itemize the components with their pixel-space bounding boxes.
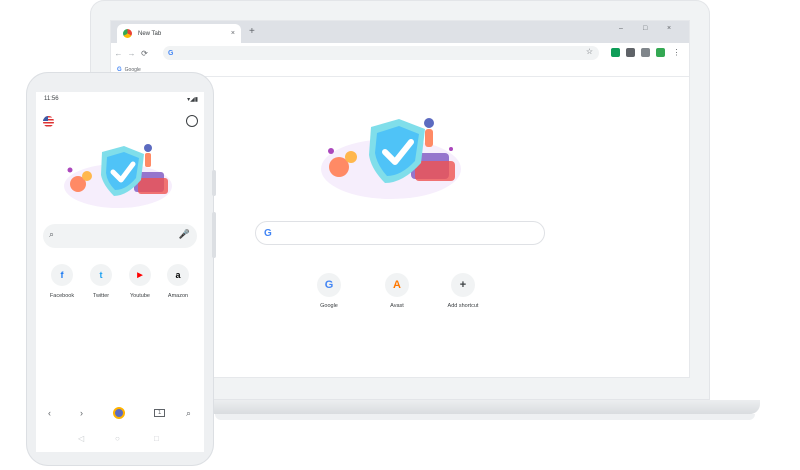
shortcut-label: Google <box>320 303 338 309</box>
tab-switcher-button[interactable]: 1 <box>154 409 166 417</box>
google-icon: G <box>317 273 341 297</box>
microphone-icon[interactable]: 🎤 <box>179 229 190 240</box>
tile-youtube[interactable]: ▶ Youtube <box>120 264 160 299</box>
shield-illustration <box>64 144 172 208</box>
system-recents-icon[interactable]: □ <box>154 434 159 443</box>
maximize-button[interactable]: □ <box>643 25 647 32</box>
system-back-icon[interactable]: ◁ <box>78 434 84 443</box>
browser-logo-icon <box>123 29 132 38</box>
tab-strip: New Tab × + – □ × <box>111 21 689 43</box>
tile-twitter[interactable]: t Twitter <box>81 264 121 299</box>
extension-vpn-icon[interactable] <box>611 48 620 57</box>
search-button[interactable]: ⌕ <box>186 408 191 419</box>
laptop-base <box>205 400 760 414</box>
shortcut-avast[interactable]: A Avast <box>367 273 427 309</box>
browser-home-icon[interactable] <box>113 407 125 419</box>
search-icon: ⌕ <box>49 229 55 239</box>
mobile-browser-screen: 11:56 ▾◢▮ ⌕ 🎤 f Facebook t Twitter ▶ You… <box>36 92 204 452</box>
extension-grey-icon[interactable] <box>641 48 650 57</box>
account-icon[interactable] <box>186 115 198 127</box>
tab-close-icon[interactable]: × <box>231 30 235 37</box>
more-menu-icon[interactable]: ⋮ <box>672 48 681 57</box>
facebook-icon: f <box>51 264 73 286</box>
shortcut-label: Add shortcut <box>447 303 479 309</box>
tile-amazon[interactable]: a Amazon <box>158 264 198 299</box>
minimize-button[interactable]: – <box>619 25 623 32</box>
google-icon: G <box>264 227 272 239</box>
us-flag-icon[interactable] <box>43 116 54 127</box>
shortcut-label: Avast <box>390 303 404 309</box>
phone-side-button <box>212 170 216 196</box>
tile-facebook[interactable]: f Facebook <box>42 264 82 299</box>
marketing-scene: New Tab × + – □ × ← → ⟳ G ☆ ⋮ G Google G… <box>0 0 800 470</box>
shortcut-google[interactable]: G Google <box>299 273 359 309</box>
avast-icon: A <box>385 273 409 297</box>
twitter-icon: t <box>90 264 112 286</box>
shield-illustration <box>321 118 461 199</box>
tile-label: Youtube <box>130 293 150 299</box>
mobile-search-box[interactable]: ⌕ 🎤 <box>43 224 197 248</box>
extensions-puzzle-icon[interactable] <box>626 48 635 57</box>
status-icons: ▾◢▮ <box>187 97 198 103</box>
forward-button[interactable]: › <box>80 408 83 418</box>
amazon-icon: a <box>167 264 189 286</box>
plus-icon: + <box>451 273 475 297</box>
back-button[interactable]: ‹ <box>48 408 51 418</box>
address-bar[interactable]: G ☆ <box>163 46 599 60</box>
browser-toolbar: ← → ⟳ G ☆ ⋮ <box>111 43 689 63</box>
back-button[interactable]: ← <box>113 49 124 58</box>
laptop-base-shadow <box>215 414 755 420</box>
mobile-bottom-toolbar: ‹ › 1 ⌕ <box>36 404 204 426</box>
tile-label: Twitter <box>92 293 110 299</box>
system-home-icon[interactable]: ○ <box>115 434 120 443</box>
youtube-icon: ▶ <box>129 264 151 286</box>
forward-button[interactable]: → <box>126 49 137 58</box>
tab-new-tab[interactable]: New Tab × <box>117 24 241 43</box>
tile-label: Facebook <box>49 293 75 299</box>
google-icon: G <box>168 49 174 57</box>
new-tab-button[interactable]: + <box>249 26 255 38</box>
ntp-search-box[interactable]: G <box>255 221 545 245</box>
tile-label: Amazon <box>167 293 189 299</box>
close-window-button[interactable]: × <box>667 25 671 32</box>
phone-volume-button <box>212 212 216 258</box>
reload-button[interactable]: ⟳ <box>139 49 150 58</box>
add-shortcut-button[interactable]: + Add shortcut <box>433 273 493 309</box>
status-time: 11:56 <box>44 96 59 102</box>
system-nav-bar: ◁ ○ □ <box>36 432 204 450</box>
tab-title: New Tab <box>138 30 162 37</box>
extension-shield-icon[interactable] <box>656 48 665 57</box>
bookmark-star-icon[interactable]: ☆ <box>586 47 593 56</box>
